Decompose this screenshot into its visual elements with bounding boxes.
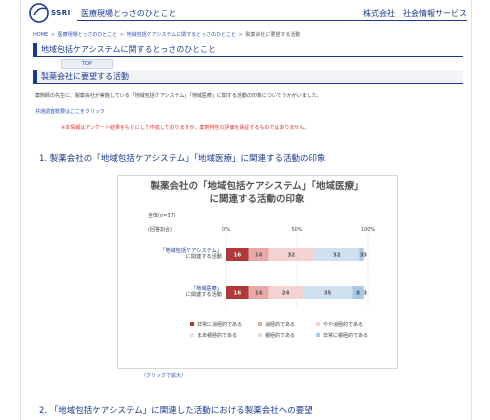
bar-value-label: 3 xyxy=(363,253,367,259)
company-name[interactable]: 株式会社 社会情報サービス xyxy=(363,8,467,19)
legend-label: 非常に積極的である xyxy=(323,332,368,339)
disclaimer-notice: ※本情報はアンケート結果をもとにして作成しておりますが、薬剤特性の評価を保証する… xyxy=(61,125,310,131)
breadcrumb-item-iryo[interactable]: 医療現場とっさのひとこと xyxy=(58,32,118,38)
breadcrumb: HOME > 医療現場とっさのひとこと > 地域包括ケアシステムに関するとっさの… xyxy=(33,31,300,38)
bar-value-label: 32 xyxy=(333,253,341,259)
bar-value-label: 14 xyxy=(255,253,263,259)
legend-label: やや消極的である xyxy=(323,321,363,328)
legend-label: 消極的である xyxy=(265,321,295,328)
legend-label: まあ積極的である xyxy=(197,332,237,339)
category-label: 「地域医療」 xyxy=(191,284,222,292)
x-tick-label: 100% xyxy=(361,227,376,233)
site-header: SSRI 医療現場とっさのひとこと 株式会社 社会情報サービス xyxy=(21,0,471,26)
chart-title-line1: 製薬会社の「地域包括ケアシステム」「地域医療」 xyxy=(149,180,363,192)
legend-swatch xyxy=(316,333,320,337)
chart-title-line2: に関連する活動の印象 xyxy=(209,193,305,205)
legend-swatch xyxy=(258,322,262,326)
common-survey-link[interactable]: 共通調査概要はここをクリック xyxy=(35,108,105,115)
bar-value-label: 35 xyxy=(324,291,332,297)
page-title: 地域包括ケアシステムに関するとっさのひとこと xyxy=(41,45,216,54)
breadcrumb-current: 製薬会社に要望する活動 xyxy=(245,32,301,38)
section1-title: 1. 製薬会社の「地域包括ケアシステム」「地域医療」に関連する活動の印象 xyxy=(39,154,326,164)
legend-swatch xyxy=(258,333,262,337)
chart-image[interactable]: 製薬会社の「地域包括ケアシステム」「地域医療」 に関連する活動の印象全体(n=37… xyxy=(117,175,398,369)
bar-value-label: 14 xyxy=(255,291,263,297)
chart-base-label: 全体(n=37) xyxy=(148,212,176,219)
bar-value-label: 16 xyxy=(234,291,242,297)
breadcrumb-separator: > xyxy=(50,32,55,38)
section2-title: 2. 「地域包括ケアシステム」に関連した活動における製薬会社への要望 xyxy=(39,406,313,416)
bar-value-label: 3 xyxy=(363,291,367,297)
breadcrumb-item-chiiki[interactable]: 地域包括ケアシステムに関するとっさのひとこと xyxy=(127,32,236,38)
bar-value-label: 8 xyxy=(356,291,360,297)
chart-svg: 製薬会社の「地域包括ケアシステム」「地域医療」に関連する活動の印象全体(n=37… xyxy=(148,180,376,339)
legend-label: 非常に消極的である xyxy=(197,321,242,328)
page: SSRI 医療現場とっさのひとこと 株式会社 社会情報サービス HOME > 医… xyxy=(20,0,472,420)
bar-value-label: 16 xyxy=(234,253,242,259)
legend-swatch xyxy=(190,322,194,326)
category-sublabel: に関連する活動 xyxy=(186,252,222,260)
logo-text: SSRI xyxy=(51,9,71,17)
section-heading: 製薬会社に要望する活動 xyxy=(41,72,129,81)
top-link-button[interactable]: TOP xyxy=(61,59,113,69)
site-title[interactable]: 医療現場とっさのひとこと xyxy=(81,8,177,19)
legend-label: 積極的である xyxy=(265,332,295,339)
x-tick-label: 50% xyxy=(291,227,302,233)
click-to-enlarge-note[interactable]: （クリックで拡大） xyxy=(141,372,186,379)
breadcrumb-home[interactable]: HOME xyxy=(33,32,48,38)
x-tick-label: 0% xyxy=(222,227,230,233)
breadcrumb-separator: > xyxy=(238,32,243,38)
legend-swatch xyxy=(190,333,194,337)
section-heading-bar: 製薬会社に要望する活動 xyxy=(33,70,463,84)
intro-text: 薬剤師の先生に、製薬会社が実施している「地域包括ケアシステム」「地域医療」に関す… xyxy=(35,93,322,99)
legend-swatch xyxy=(316,322,320,326)
category-label: 「地域包括ケアシステム」 xyxy=(160,246,222,254)
category-sublabel: に関連する活動 xyxy=(186,290,222,298)
chart-unit-label: (回答割合) xyxy=(148,226,172,233)
ssri-logo-icon[interactable] xyxy=(29,2,51,24)
page-title-bar: 地域包括ケアシステムに関するとっさのひとこと xyxy=(33,43,463,57)
bar-value-label: 32 xyxy=(287,253,295,259)
header-divider xyxy=(77,20,467,21)
bar-value-label: 24 xyxy=(282,291,290,297)
breadcrumb-separator: > xyxy=(119,32,125,38)
